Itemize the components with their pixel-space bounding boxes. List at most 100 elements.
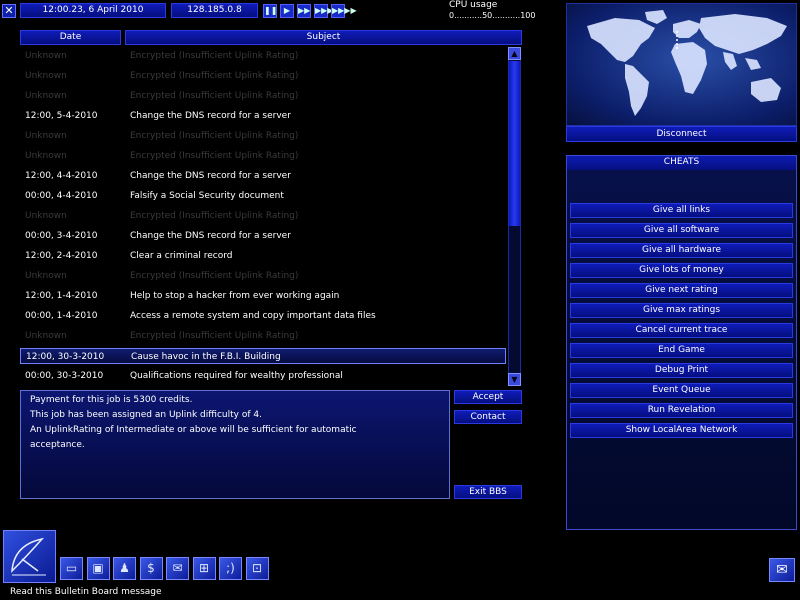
table-row[interactable]: Unknown Encrypted (Insufficient Uplink Ra…	[20, 128, 506, 144]
row-subject: Encrypted (Insufficient Uplink Rating)	[130, 91, 299, 101]
cheat-button[interactable]: Give max ratings	[570, 303, 793, 318]
map-node[interactable]	[676, 39, 678, 41]
lan-icon[interactable]: ⊡	[245, 557, 269, 580]
message-details-panel: Payment for this job is 5300 credits. Th…	[20, 390, 450, 499]
map-node[interactable]	[676, 31, 678, 33]
table-row[interactable]: 12:00, 1-4-2010 Help to stop a hacker fro…	[20, 288, 506, 304]
row-date: 12:00, 30-3-2010	[26, 352, 105, 362]
subject-column-header[interactable]: Subject	[125, 30, 522, 45]
row-date: 00:00, 1-4-2010	[25, 311, 98, 321]
status-bar-text: Read this Bulletin Board message	[10, 587, 162, 597]
details-line: This job has been assigned an Uplink dif…	[30, 410, 262, 420]
map-node[interactable]	[676, 43, 678, 45]
table-row[interactable]: 00:00, 1-4-2010 Access a remote system an…	[20, 308, 506, 324]
disconnect-button[interactable]: Disconnect	[566, 126, 797, 142]
map-node[interactable]	[676, 35, 678, 37]
row-subject: Clear a criminal record	[130, 251, 233, 261]
details-line: Payment for this job is 5300 credits.	[30, 395, 193, 405]
row-date: Unknown	[25, 71, 67, 81]
row-subject: Cause havoc in the F.B.I. Building	[131, 352, 281, 362]
people-icon[interactable]: ♟	[113, 557, 136, 580]
table-row[interactable]: Unknown Encrypted (Insufficient Uplink Ra…	[20, 328, 506, 344]
row-subject: Qualifications required for wealthy prof…	[130, 371, 343, 381]
row-date: Unknown	[25, 271, 67, 281]
row-date: Unknown	[25, 211, 67, 221]
row-subject: Access a remote system and copy importan…	[130, 311, 376, 321]
table-row[interactable]: Unknown Encrypted (Insufficient Uplink Ra…	[20, 208, 506, 224]
row-date: Unknown	[25, 131, 67, 141]
pause-button[interactable]: ❚❚	[263, 4, 277, 18]
row-subject: Encrypted (Insufficient Uplink Rating)	[130, 71, 299, 81]
network-icon[interactable]: ⊞	[192, 557, 216, 580]
bbs-message-list: Unknown Encrypted (Insufficient Uplink Ra…	[20, 48, 506, 388]
world-map-graphic	[587, 10, 787, 116]
play-speed-2-button[interactable]: ▶▶	[297, 4, 311, 18]
mail-envelope-icon[interactable]: ✉	[166, 557, 189, 580]
row-subject: Encrypted (Insufficient Uplink Rating)	[130, 211, 299, 221]
cpu-usage-scale: 0...........50...........100	[449, 11, 536, 20]
dollar-icon[interactable]: $	[139, 557, 163, 580]
row-subject: Change the DNS record for a server	[130, 171, 291, 181]
scrollbar-thumb[interactable]	[509, 61, 520, 226]
cheat-button[interactable]: Run Revelation	[570, 403, 793, 418]
row-date: 00:00, 3-4-2010	[25, 231, 98, 241]
play-speed-1-button[interactable]: ▶	[280, 4, 294, 18]
table-row-selected[interactable]: 12:00, 30-3-2010 Cause havoc in the F.B.I…	[20, 348, 506, 364]
map-node[interactable]	[676, 47, 678, 49]
row-subject: Encrypted (Insufficient Uplink Rating)	[130, 271, 299, 281]
row-date: 12:00, 2-4-2010	[25, 251, 98, 261]
table-row[interactable]: Unknown Encrypted (Insufficient Uplink Ra…	[20, 68, 506, 84]
row-date: Unknown	[25, 151, 67, 161]
contact-button[interactable]: Contact	[454, 410, 522, 424]
cheat-button[interactable]: Give all links	[570, 203, 793, 218]
scroll-down-arrow-icon[interactable]: ▼	[508, 373, 521, 386]
row-subject: Change the DNS record for a server	[130, 111, 291, 121]
table-row[interactable]: Unknown Encrypted (Insufficient Uplink Ra…	[20, 268, 506, 284]
play-speed-3-button[interactable]: ▶▶▶	[314, 4, 333, 18]
datetime-display: 12:00.23, 6 April 2010	[20, 3, 166, 18]
floppy-disk-icon[interactable]: ▣	[86, 557, 110, 580]
table-row[interactable]: Unknown Encrypted (Insufficient Uplink Ra…	[20, 88, 506, 104]
details-line: acceptance.	[30, 440, 85, 450]
cheat-button[interactable]: Cancel current trace	[570, 323, 793, 338]
table-row[interactable]: Unknown Encrypted (Insufficient Uplink Ra…	[20, 148, 506, 164]
close-button[interactable]: ✕	[2, 4, 16, 18]
ip-address-display: 128.185.0.8	[171, 3, 258, 18]
row-subject: Encrypted (Insufficient Uplink Rating)	[130, 151, 299, 161]
row-date: Unknown	[25, 331, 67, 341]
table-row[interactable]: Unknown Encrypted (Insufficient Uplink Ra…	[20, 48, 506, 64]
exit-bbs-button[interactable]: Exit BBS	[454, 485, 522, 499]
scroll-up-arrow-icon[interactable]: ▲	[508, 47, 521, 60]
cheat-button[interactable]: Give lots of money	[570, 263, 793, 278]
cheat-button[interactable]: Show LocalArea Network	[570, 423, 793, 438]
cheat-button[interactable]: Give all hardware	[570, 243, 793, 258]
table-row[interactable]: 00:00, 30-3-2010 Qualifications required …	[20, 368, 506, 384]
uplink-satellite-dish-icon[interactable]	[3, 530, 56, 583]
row-subject: Help to stop a hacker from ever working …	[130, 291, 340, 301]
row-subject: Encrypted (Insufficient Uplink Rating)	[130, 51, 299, 61]
row-date: 12:00, 4-4-2010	[25, 171, 98, 181]
world-map[interactable]	[566, 3, 797, 126]
smiley-icon[interactable]: ;)	[219, 557, 242, 580]
accept-button[interactable]: Accept	[454, 390, 522, 404]
date-column-header[interactable]: Date	[20, 30, 121, 45]
table-row[interactable]: 00:00, 3-4-2010 Change the DNS record for…	[20, 228, 506, 244]
row-subject: Falsify a Social Security document	[130, 191, 284, 201]
row-subject: Encrypted (Insufficient Uplink Rating)	[130, 331, 299, 341]
mail-envelope-icon[interactable]: ✉	[769, 558, 795, 582]
cheat-button[interactable]: Debug Print	[570, 363, 793, 378]
cheat-button[interactable]: Event Queue	[570, 383, 793, 398]
row-subject: Encrypted (Insufficient Uplink Rating)	[130, 131, 299, 141]
cheat-button[interactable]: End Game	[570, 343, 793, 358]
row-date: 00:00, 4-4-2010	[25, 191, 98, 201]
table-row[interactable]: 12:00, 4-4-2010 Change the DNS record for…	[20, 168, 506, 184]
row-date: Unknown	[25, 91, 67, 101]
table-row[interactable]: 00:00, 4-4-2010 Falsify a Social Security…	[20, 188, 506, 204]
play-speed-4-button[interactable]: ▶▶▶▶	[331, 4, 357, 18]
cheat-button[interactable]: Give all software	[570, 223, 793, 238]
row-date: Unknown	[25, 51, 67, 61]
cheat-button[interactable]: Give next rating	[570, 283, 793, 298]
table-row[interactable]: 12:00, 2-4-2010 Clear a criminal record	[20, 248, 506, 264]
table-row[interactable]: 12:00, 5-4-2010 Change the DNS record for…	[20, 108, 506, 124]
computer-icon[interactable]: ▭	[60, 557, 83, 580]
